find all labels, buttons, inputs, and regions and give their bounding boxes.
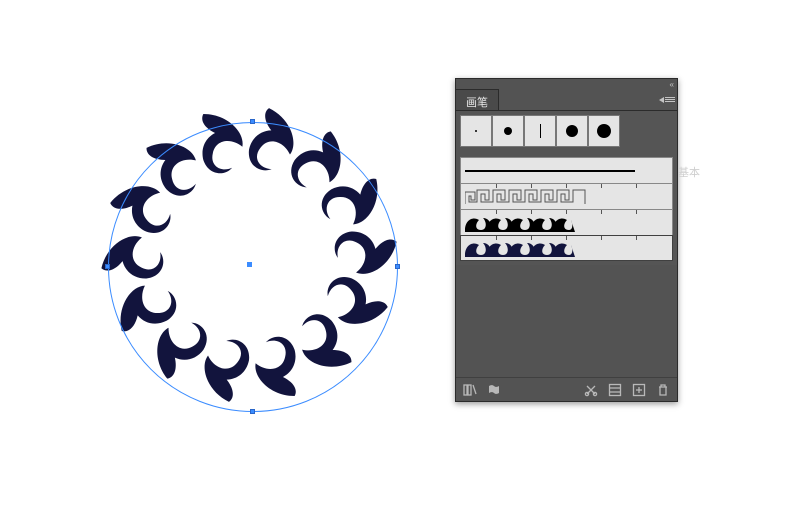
list-view-icon[interactable] [607,382,623,398]
ribbon-ring-artwork[interactable] [84,90,414,420]
brush-library-icon[interactable] [462,382,478,398]
delete-brush-icon[interactable] [655,382,671,398]
anchor-point[interactable] [105,264,110,269]
size-swatch-3[interactable] [524,115,556,147]
anchor-point[interactable] [395,264,400,269]
brush-row-navy-ribbon[interactable] [460,235,673,261]
center-point [247,262,252,267]
size-swatch-4[interactable] [556,115,588,147]
panel-top-bar: « [456,79,677,89]
navy-ribbon-brush-preview [465,239,575,257]
canvas-area [0,0,455,512]
anchor-point[interactable] [250,119,255,124]
brush-list: 基本 [460,157,673,261]
collapse-icon[interactable]: « [670,80,673,89]
brush-row-greek[interactable] [460,183,673,209]
bar-icon [540,124,541,138]
tab-label: 画笔 [466,97,488,109]
tab-brushes[interactable]: 画笔 [456,89,499,110]
panel-body: 基本 [456,111,677,265]
brushes-panel: « 画笔 基本 [455,78,678,402]
menu-triangle-icon [659,97,664,103]
panel-footer [456,377,677,401]
brush-size-swatches [460,115,673,147]
panel-header: 画笔 [456,89,677,111]
selection-path-circle[interactable] [108,122,398,412]
panel-empty-area [456,265,677,377]
library-menu-icon[interactable] [486,382,502,398]
black-ribbon-brush-preview [465,214,575,232]
greek-key-brush-preview [465,188,635,206]
dot-icon [597,124,611,138]
dot-icon [475,130,477,132]
dot-icon [504,127,512,135]
remove-stroke-icon[interactable] [583,382,599,398]
size-swatch-2[interactable] [492,115,524,147]
brush-label: 基本 [678,164,700,180]
size-swatch-5[interactable] [588,115,620,147]
basic-brush-preview [465,170,635,172]
brush-row-black-ribbon[interactable] [460,209,673,235]
new-brush-icon[interactable] [631,382,647,398]
dot-icon [566,125,578,137]
panel-menu-button[interactable] [657,89,677,110]
size-swatch-1[interactable] [460,115,492,147]
menu-lines-icon [665,97,675,102]
anchor-point[interactable] [250,409,255,414]
brush-row-basic[interactable]: 基本 [460,157,673,183]
